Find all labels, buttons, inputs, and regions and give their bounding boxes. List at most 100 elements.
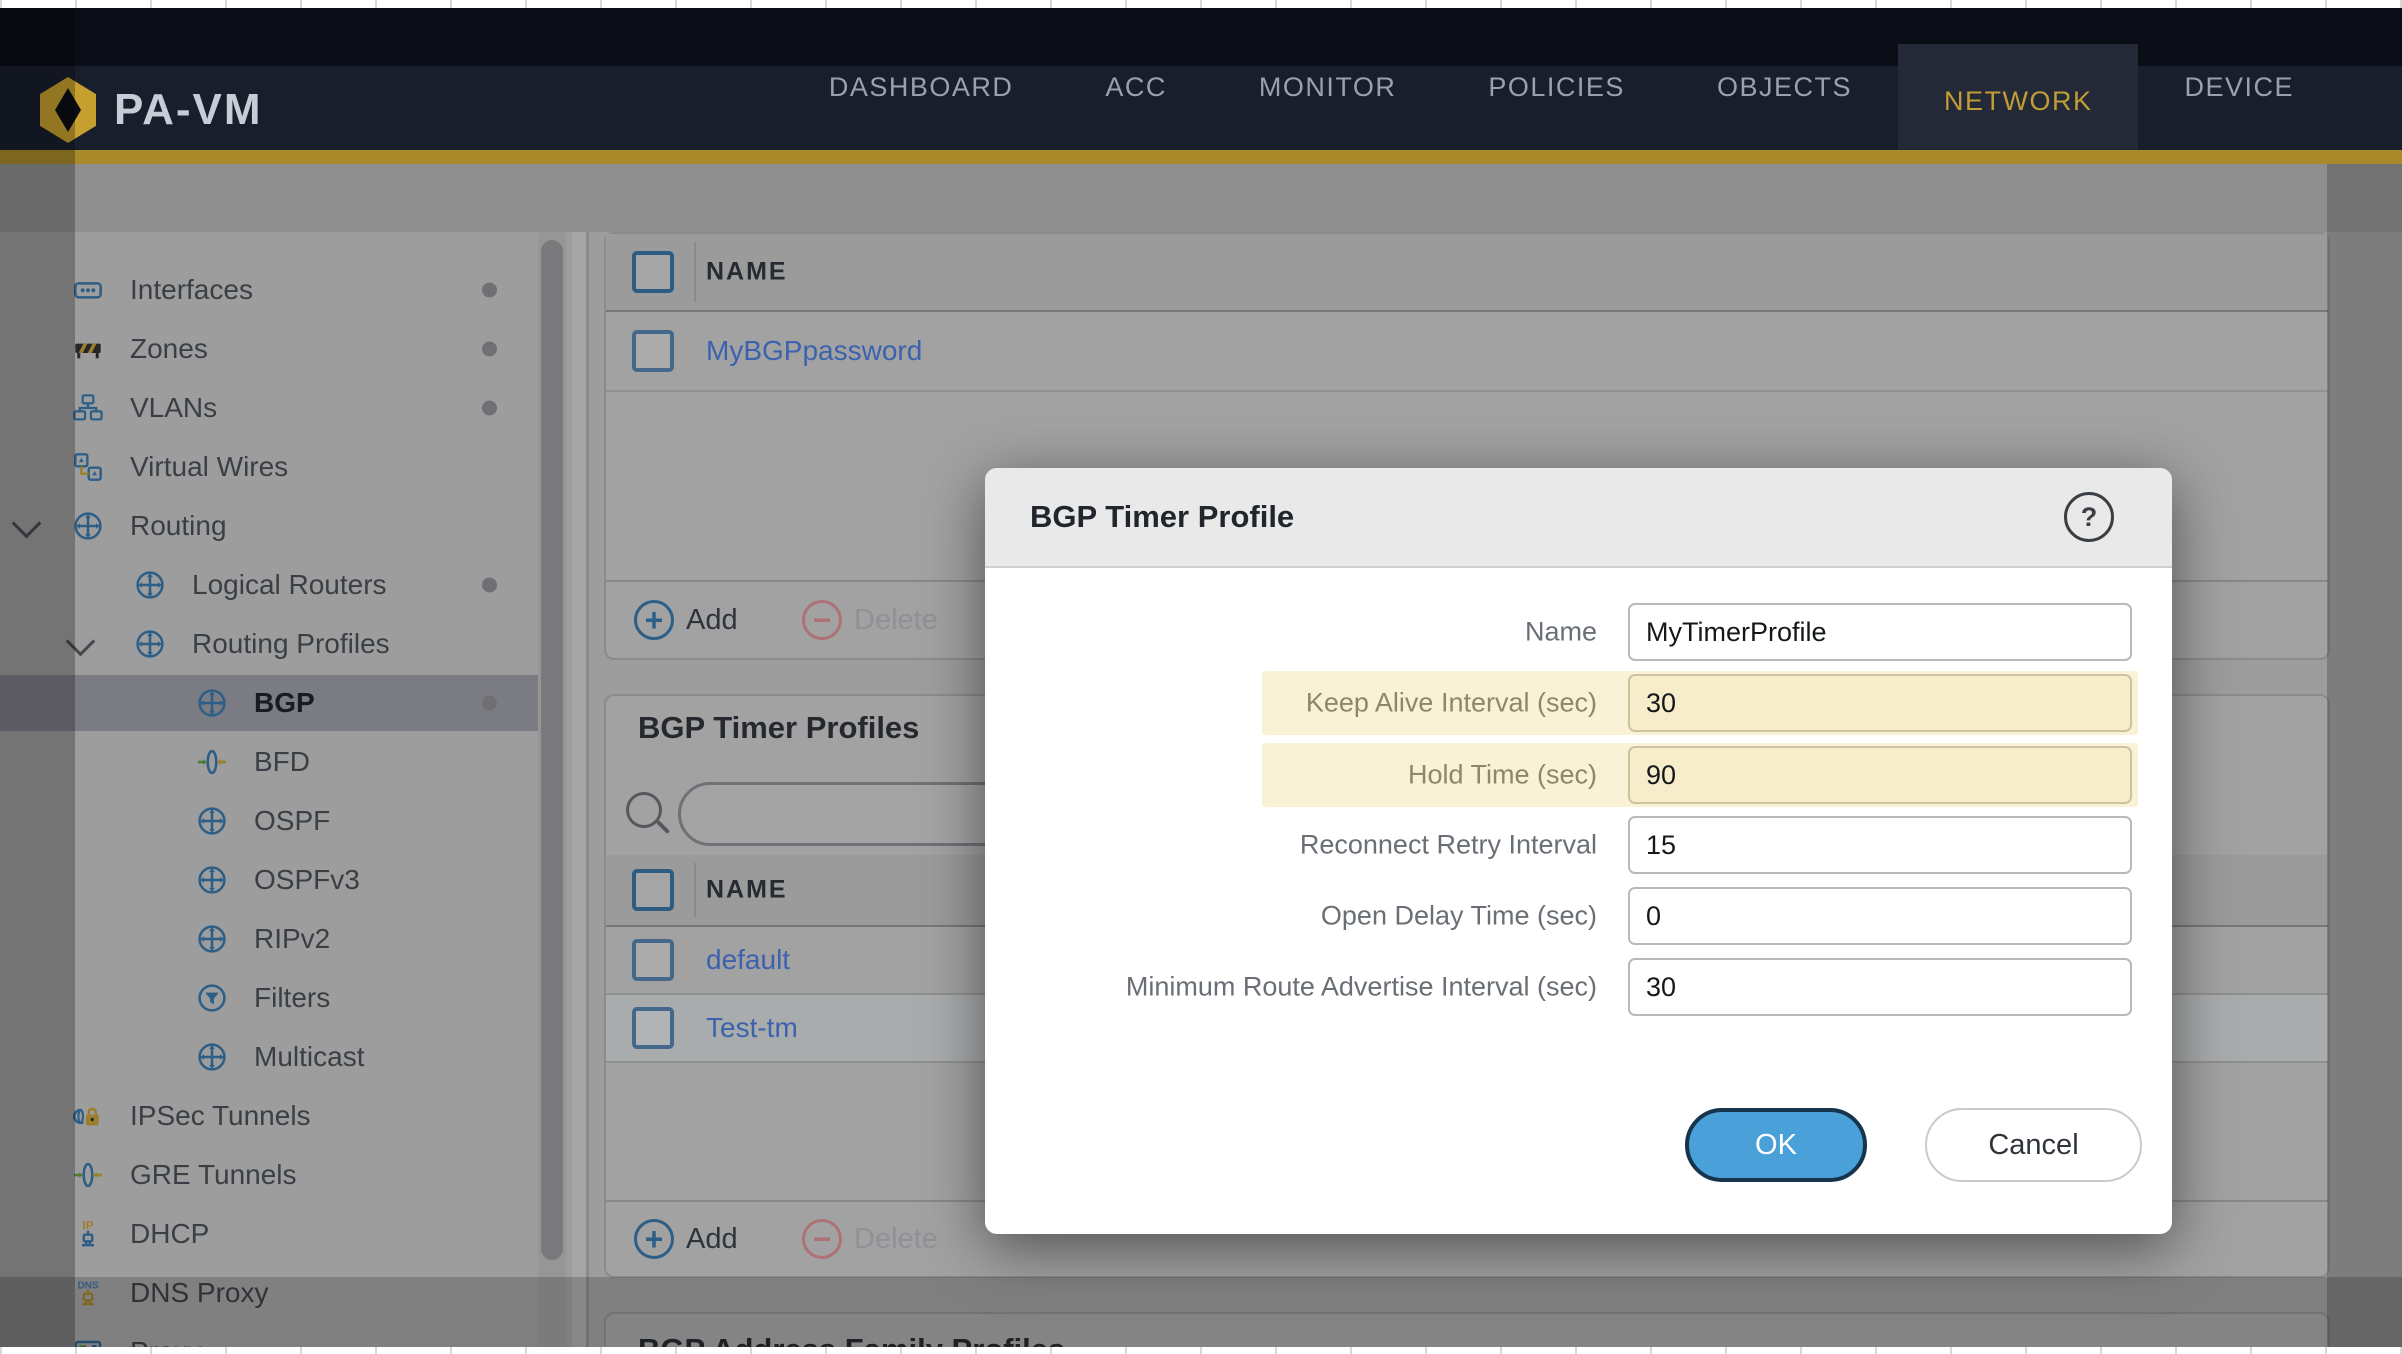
field-label: Name [1025,617,1597,648]
nav-tabs: DASHBOARD ACC MONITOR POLICIES OBJECTS N… [783,16,2340,158]
status-dot [482,283,497,298]
status-dot [482,342,497,357]
keep-alive-interval-field[interactable] [1628,674,2132,732]
field-row-reconnect: Reconnect Retry Interval [985,813,2172,877]
select-all-checkbox[interactable] [632,869,674,911]
name-field[interactable] [1628,603,2132,661]
hold-time-field[interactable] [1628,746,2132,804]
routing-icon [72,510,104,542]
sidebar-content-divider [586,232,589,1347]
min-route-advertise-interval-field[interactable] [1628,958,2132,1016]
dialog-header: BGP Timer Profile ? [985,468,2172,568]
screenshot-bottom-edge [0,1347,2402,1354]
plus-circle-icon: + [634,1219,674,1259]
table-header-row: NAME [606,234,2328,312]
delete-button[interactable]: − Delete [802,1219,938,1259]
row-checkbox[interactable] [632,330,674,372]
tab-monitor[interactable]: MONITOR [1213,16,1443,158]
sidebar-item-routing-profiles[interactable]: Routing Profiles [0,616,540,672]
sidebar-item-interfaces[interactable]: Interfaces [0,262,540,318]
table-row[interactable]: MyBGPpassword [606,312,2328,392]
sidebar-item-ospf[interactable]: OSPF [0,793,540,849]
zones-icon [72,333,104,365]
sidebar-item-zones[interactable]: Zones [0,321,540,377]
tab-device[interactable]: DEVICE [2138,16,2340,158]
sidebar-scrollbar-thumb[interactable] [541,240,563,1260]
row-checkbox[interactable] [632,1007,674,1049]
dialog-title: BGP Timer Profile [1030,499,1294,535]
sidebar-item-bgp[interactable]: BGP [0,675,540,731]
sidebar-item-filters[interactable]: Filters [0,970,540,1026]
help-icon[interactable]: ? [2064,492,2114,542]
plus-circle-icon: + [634,600,674,640]
field-row-keep-alive: Keep Alive Interval (sec) [985,671,2172,735]
tab-network[interactable]: NETWORK [1898,44,2139,158]
filters-icon [196,982,228,1014]
field-label: Reconnect Retry Interval [1025,830,1597,861]
profile-link-mybgppassword[interactable]: MyBGPpassword [706,335,922,367]
top-navigation-bar: PA-VM DASHBOARD ACC MONITOR POLICIES OBJ… [0,8,2402,150]
bgp-icon [196,687,228,719]
sidebar-item-routing[interactable]: Routing [0,498,540,554]
add-button[interactable]: + Add [634,1219,738,1259]
ok-button[interactable]: OK [1685,1108,1867,1182]
section-title: BGP Timer Profiles [638,710,919,746]
sidebar-item-bfd[interactable]: BFD [0,734,540,790]
field-label: Keep Alive Interval (sec) [1025,688,1597,719]
profile-link-test-tm[interactable]: Test-tm [706,1012,798,1044]
brand-name: PA-VM [114,85,263,135]
field-row-min-route: Minimum Route Advertise Interval (sec) [985,955,2172,1019]
sidebar-item-dhcp[interactable]: DHCP [0,1206,540,1262]
sidebar-item-logical-routers[interactable]: Logical Routers [0,557,540,613]
virtual-wires-icon [72,451,104,483]
sidebar-item-ripv2[interactable]: RIPv2 [0,911,540,967]
cancel-button[interactable]: Cancel [1925,1108,2142,1182]
secondary-toolbar-band [0,164,2402,232]
minus-circle-icon: − [802,600,842,640]
left-shade-overlay [0,8,75,1347]
row-checkbox[interactable] [632,939,674,981]
search-icon [626,792,662,828]
sidebar-item-vlans[interactable]: VLANs [0,380,540,436]
gre-tunnels-icon [72,1159,104,1191]
status-dot [482,401,497,416]
bfd-icon [196,746,228,778]
select-all-checkbox[interactable] [632,251,674,293]
column-divider [694,242,696,302]
name-column-header: NAME [706,258,788,287]
tab-policies[interactable]: POLICIES [1442,16,1671,158]
multicast-icon [196,1041,228,1073]
sidebar-item-virtual-wires[interactable]: Virtual Wires [0,439,540,495]
routing-profiles-icon [134,628,166,660]
sidebar-item-gre-tunnels[interactable]: GRE Tunnels [0,1147,540,1203]
tab-dashboard[interactable]: DASHBOARD [783,16,1060,158]
tab-acc[interactable]: ACC [1059,16,1213,158]
minus-circle-icon: − [802,1219,842,1259]
open-delay-time-field[interactable] [1628,887,2132,945]
delete-button[interactable]: − Delete [802,600,938,640]
field-label: Open Delay Time (sec) [1025,901,1597,932]
tab-objects[interactable]: OBJECTS [1671,16,1898,158]
field-row-open-delay: Open Delay Time (sec) [985,884,2172,948]
bottom-shade-overlay [0,1277,2402,1347]
sidebar-item-ospfv3[interactable]: OSPFv3 [0,852,540,908]
name-column-header: NAME [706,876,788,905]
screenshot-top-edge [0,0,2402,8]
sidebar-item-ipsec-tunnels[interactable]: IPSec Tunnels [0,1088,540,1144]
field-row-name: Name [985,600,2172,664]
dhcp-icon [72,1218,104,1250]
sidebar-item-multicast[interactable]: Multicast [0,1029,540,1085]
nav-gold-underline [0,150,2402,164]
vlans-icon [72,392,104,424]
reconnect-retry-interval-field[interactable] [1628,816,2132,874]
right-shade-overlay [2327,164,2402,1347]
ospfv3-icon [196,864,228,896]
status-dot [482,696,497,711]
ripv2-icon [196,923,228,955]
profile-link-default[interactable]: default [706,944,790,976]
add-button[interactable]: + Add [634,600,738,640]
logical-routers-icon [134,569,166,601]
status-dot [482,578,497,593]
field-label: Hold Time (sec) [1025,760,1597,791]
bgp-timer-profile-dialog: BGP Timer Profile ? Name Keep Alive Inte… [985,468,2172,1234]
